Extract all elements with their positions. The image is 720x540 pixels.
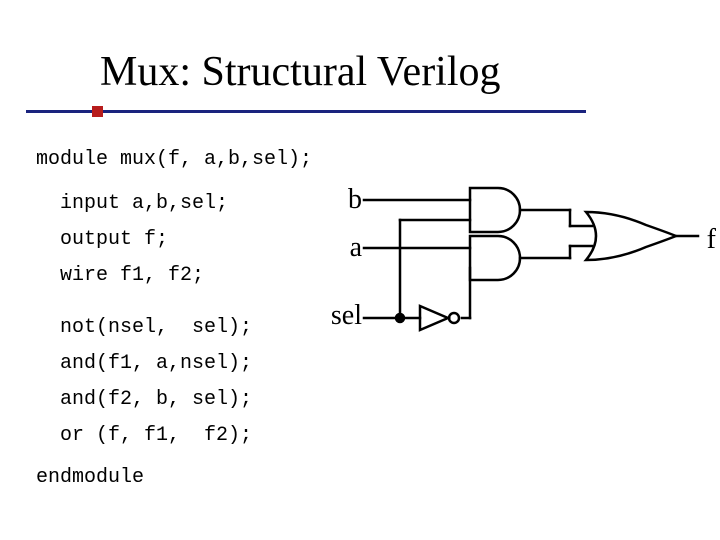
code-line-and2: and(f2, b, sel); — [60, 388, 252, 411]
code-line-module: module mux(f, a,b,sel); — [36, 148, 312, 171]
code-line-output: output f; — [60, 228, 168, 251]
code-line-wire: wire f1, f2; — [60, 264, 204, 287]
title-underline — [26, 110, 586, 113]
page-title: Mux: Structural Verilog — [100, 48, 501, 96]
code-line-endmodule: endmodule — [36, 466, 144, 489]
code-line-input: input a,b,sel; — [60, 192, 228, 215]
code-line-and1: and(f1, a,nsel); — [60, 352, 252, 375]
title-tick — [92, 106, 103, 117]
code-line-or: or (f, f1, f2); — [60, 424, 252, 447]
code-line-not: not(nsel, sel); — [60, 316, 252, 339]
mux-circuit-diagram — [320, 180, 720, 400]
